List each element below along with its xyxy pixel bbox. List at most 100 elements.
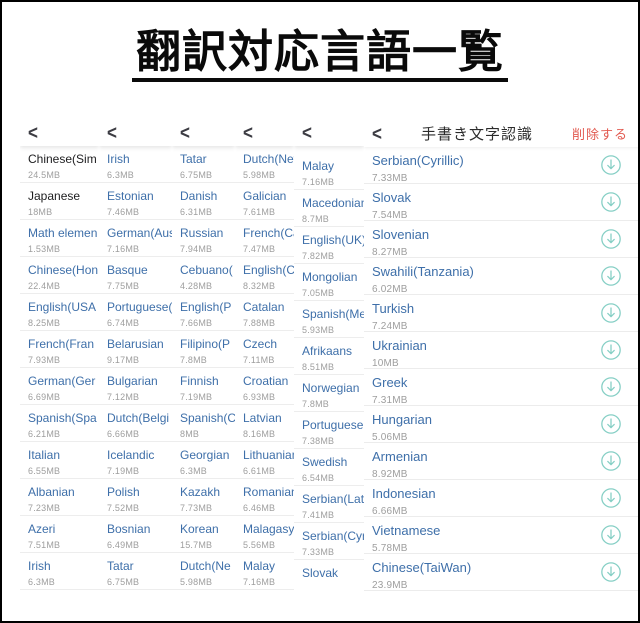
language-item[interactable]: German(Ger6.69MB xyxy=(20,368,99,405)
language-item[interactable]: Icelandic7.19MB xyxy=(99,442,172,479)
language-item[interactable]: Lithuanian6.61MB xyxy=(235,442,294,479)
handwriting-language-item[interactable]: Slovak7.54MB xyxy=(364,184,640,221)
handwriting-language-item[interactable]: Greek7.31MB xyxy=(364,369,640,406)
handwriting-language-item[interactable]: Hungarian5.06MB xyxy=(364,406,640,443)
language-item[interactable]: Cebuano(4.28MB xyxy=(172,257,235,294)
handwriting-language-item[interactable]: Indonesian6.66MB xyxy=(364,480,640,517)
language-item[interactable]: Albanian7.23MB xyxy=(20,479,99,516)
download-icon[interactable] xyxy=(600,413,622,435)
download-icon[interactable] xyxy=(600,561,622,583)
language-item[interactable]: Basque7.75MB xyxy=(99,257,172,294)
handwriting-language-item[interactable]: Chinese(TaiWan)23.9MB xyxy=(364,554,640,591)
language-item[interactable]: Serbian(Cyri7.33MB xyxy=(294,523,364,560)
language-name: Romanian xyxy=(243,485,294,499)
download-icon[interactable] xyxy=(600,450,622,472)
language-item[interactable]: Swedish6.54MB xyxy=(294,449,364,486)
language-item[interactable]: Afrikaans8.51MB xyxy=(294,338,364,375)
back-chevron-icon[interactable]: < xyxy=(28,122,38,145)
handwriting-language-item[interactable]: Vietnamese5.78MB xyxy=(364,517,640,554)
language-item[interactable]: Portuguese(7.38MB xyxy=(294,412,364,449)
language-item[interactable]: Estonian7.46MB xyxy=(99,183,172,220)
back-chevron-icon[interactable]: < xyxy=(372,122,382,145)
delete-button[interactable]: 削除する xyxy=(572,124,628,143)
handwriting-language-item[interactable]: Slovenian8.27MB xyxy=(364,221,640,258)
language-item[interactable]: Spanish(Me5.93MB xyxy=(294,301,364,338)
back-chevron-icon[interactable]: < xyxy=(180,122,190,145)
language-item[interactable]: Dutch(Net5.98MB xyxy=(235,146,294,183)
language-item[interactable]: Japanese18MB xyxy=(20,183,99,220)
handwriting-language-item[interactable]: Swahili(Tanzania)6.02MB xyxy=(364,258,640,295)
back-chevron-icon[interactable]: < xyxy=(107,122,117,145)
back-chevron-icon[interactable]: < xyxy=(243,122,253,145)
language-item[interactable]: Georgian6.3MB xyxy=(172,442,235,479)
download-icon[interactable] xyxy=(600,302,622,324)
language-item[interactable]: Tatar6.75MB xyxy=(99,553,172,590)
language-item[interactable]: English(UK)7.82MB xyxy=(294,227,364,264)
language-item[interactable]: Spanish(C8MB xyxy=(172,405,235,442)
language-item[interactable]: Belarusian9.17MB xyxy=(99,331,172,368)
download-icon[interactable] xyxy=(600,154,622,176)
language-item[interactable]: German(Aus7.16MB xyxy=(99,220,172,257)
language-name: Albanian xyxy=(28,485,99,499)
language-size: 7.93MB xyxy=(28,355,99,365)
download-icon[interactable] xyxy=(600,228,622,250)
language-item[interactable]: French(Ca7.47MB xyxy=(235,220,294,257)
handwriting-language-item[interactable]: Ukrainian10MB xyxy=(364,332,640,369)
language-item[interactable]: Chinese(Sim24.5MB xyxy=(20,146,99,183)
language-size: 6.3MB xyxy=(28,577,99,587)
language-item[interactable]: Czech7.11MB xyxy=(235,331,294,368)
download-icon[interactable] xyxy=(600,487,622,509)
language-item[interactable]: Mongolian7.05MB xyxy=(294,264,364,301)
language-item[interactable]: Malagasy5.56MB xyxy=(235,516,294,553)
language-item[interactable]: Finnish7.19MB xyxy=(172,368,235,405)
language-item[interactable]: Danish6.31MB xyxy=(172,183,235,220)
language-item[interactable]: Serbian(Lati7.41MB xyxy=(294,486,364,523)
language-item[interactable]: Filipino(P7.8MB xyxy=(172,331,235,368)
language-item[interactable]: Dutch(Ne5.98MB xyxy=(172,553,235,590)
language-item[interactable]: English(USA8.25MB xyxy=(20,294,99,331)
language-item[interactable]: Math elemen1.53MB xyxy=(20,220,99,257)
language-item[interactable]: Korean15.7MB xyxy=(172,516,235,553)
language-item[interactable]: Slovak xyxy=(294,560,364,596)
language-item[interactable]: Croatian6.93MB xyxy=(235,368,294,405)
download-icon[interactable] xyxy=(600,191,622,213)
language-item[interactable]: Galician7.61MB xyxy=(235,183,294,220)
handwriting-language-item[interactable]: Turkish7.24MB xyxy=(364,295,640,332)
language-item[interactable]: French(Fran7.93MB xyxy=(20,331,99,368)
language-item[interactable]: Romanian6.46MB xyxy=(235,479,294,516)
download-icon[interactable] xyxy=(600,265,622,287)
language-item[interactable]: English(P7.66MB xyxy=(172,294,235,331)
language-name: Portuguese( xyxy=(107,300,172,314)
language-name: French(Ca xyxy=(243,226,294,240)
language-item[interactable]: Malay7.16MB xyxy=(294,153,364,190)
language-item[interactable]: Latvian8.16MB xyxy=(235,405,294,442)
language-column-3: < Tatar6.75MBDanish6.31MBRussian7.94MBCe… xyxy=(172,120,235,596)
download-icon[interactable] xyxy=(600,376,622,398)
language-item[interactable]: Azeri7.51MB xyxy=(20,516,99,553)
handwriting-language-item[interactable]: Serbian(Cyrillic)7.33MB xyxy=(364,147,640,184)
language-item[interactable]: Malay7.16MB xyxy=(235,553,294,590)
language-item[interactable]: Spanish(Spa6.21MB xyxy=(20,405,99,442)
language-item[interactable]: Bosnian6.49MB xyxy=(99,516,172,553)
language-item[interactable]: English(C8.32MB xyxy=(235,257,294,294)
language-item[interactable]: Polish7.52MB xyxy=(99,479,172,516)
language-size: 6.49MB xyxy=(107,540,172,550)
language-item[interactable]: Dutch(Belgi6.66MB xyxy=(99,405,172,442)
language-item[interactable]: Portuguese(6.74MB xyxy=(99,294,172,331)
handwriting-language-item[interactable]: Armenian8.92MB xyxy=(364,443,640,480)
language-item[interactable]: Russian7.94MB xyxy=(172,220,235,257)
language-item[interactable]: Bulgarian7.12MB xyxy=(99,368,172,405)
language-item[interactable]: Irish6.3MB xyxy=(99,146,172,183)
language-item[interactable]: Kazakh7.73MB xyxy=(172,479,235,516)
language-item[interactable]: Irish6.3MB xyxy=(20,553,99,590)
download-icon[interactable] xyxy=(600,339,622,361)
language-item[interactable]: Chinese(Hon22.4MB xyxy=(20,257,99,294)
language-item[interactable]: Italian6.55MB xyxy=(20,442,99,479)
back-chevron-icon[interactable]: < xyxy=(302,122,312,145)
language-item[interactable]: Norwegian7.8MB xyxy=(294,375,364,412)
language-item[interactable]: Tatar6.75MB xyxy=(172,146,235,183)
download-icon[interactable] xyxy=(600,524,622,546)
language-name: Chinese(Hon xyxy=(28,263,99,277)
language-item[interactable]: Macedonian8.7MB xyxy=(294,190,364,227)
language-item[interactable]: Catalan7.88MB xyxy=(235,294,294,331)
